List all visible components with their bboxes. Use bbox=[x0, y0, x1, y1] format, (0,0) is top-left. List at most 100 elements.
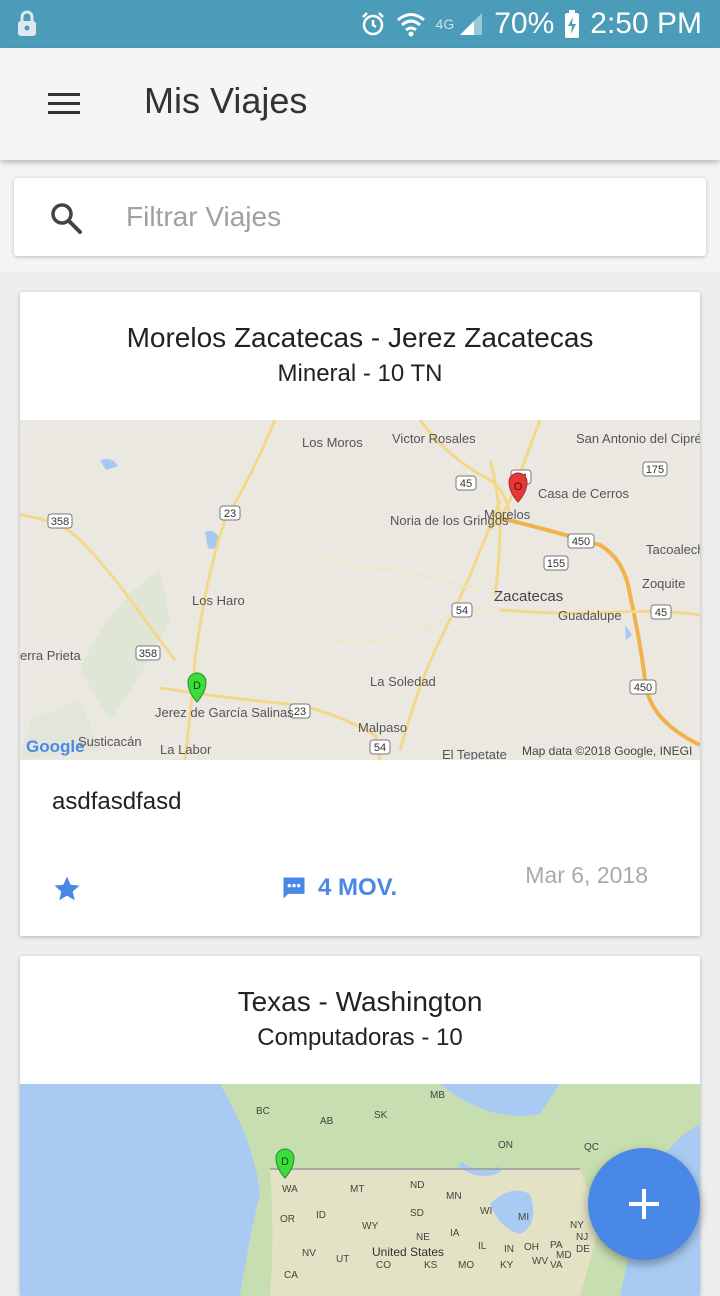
map-label: SK bbox=[374, 1110, 388, 1121]
map-shield: 358 bbox=[139, 648, 157, 660]
map-label: UT bbox=[336, 1254, 349, 1265]
map-shield: 54 bbox=[374, 742, 386, 754]
trip-route: Morelos Zacatecas - Jerez Zacatecas bbox=[126, 322, 594, 353]
trip-card[interactable]: Morelos Zacatecas - Jerez Zacatecas Mine… bbox=[20, 292, 700, 936]
map-label: NY bbox=[570, 1220, 584, 1231]
map-label: MT bbox=[350, 1184, 364, 1195]
trip-cargo: Mineral - 10 TN bbox=[277, 360, 443, 387]
map-shield: 45 bbox=[460, 478, 472, 490]
map-label: Susticacán bbox=[78, 734, 142, 749]
map-label: NE bbox=[416, 1232, 430, 1243]
map-label: United States bbox=[372, 1245, 444, 1259]
map-label: CO bbox=[376, 1260, 391, 1271]
map-label: Casa de Cerros bbox=[538, 486, 630, 501]
search-input[interactable] bbox=[124, 194, 668, 240]
svg-text:D: D bbox=[281, 1156, 289, 1168]
map-shield: 450 bbox=[572, 536, 590, 548]
map-shield: 175 bbox=[646, 464, 664, 476]
map-label: ID bbox=[316, 1210, 326, 1221]
trip-route: Texas - Washington bbox=[237, 986, 483, 1017]
status-bar: 4G 70% 2:50 PM bbox=[0, 0, 720, 48]
map-label: Los Moros bbox=[302, 435, 363, 450]
map-shield: 23 bbox=[224, 508, 236, 520]
map-shield: 358 bbox=[51, 516, 69, 528]
map-label: Malpaso bbox=[358, 720, 407, 735]
map-label: Zacatecas bbox=[494, 588, 563, 605]
search-box[interactable] bbox=[14, 178, 706, 256]
map-label: WY bbox=[362, 1221, 378, 1232]
map-label: BC bbox=[256, 1106, 270, 1117]
map-label: Noria de los Gringos bbox=[390, 513, 509, 528]
movements-button[interactable]: 4 MOV. bbox=[280, 874, 397, 902]
map-shield: 23 bbox=[294, 706, 306, 718]
svg-text:O: O bbox=[514, 481, 523, 493]
trip-date: Mar 6, 2018 bbox=[525, 862, 648, 888]
map-label: IN bbox=[504, 1244, 514, 1255]
map-label: Tacoalech bbox=[646, 542, 700, 557]
map-label: MB bbox=[430, 1090, 445, 1101]
search-area bbox=[0, 160, 720, 272]
trip-card[interactable]: Texas - Washington Computadoras - 10 BC … bbox=[20, 956, 700, 1296]
map-label: IL bbox=[478, 1241, 487, 1252]
plus-icon bbox=[629, 1189, 659, 1219]
svg-text:D: D bbox=[193, 680, 201, 692]
map-label: ON bbox=[498, 1140, 513, 1151]
signal-icon bbox=[460, 13, 483, 35]
map-label: La Soledad bbox=[370, 674, 436, 689]
map-label: NJ bbox=[576, 1232, 588, 1243]
map-label: MI bbox=[518, 1212, 529, 1223]
map-label: OH bbox=[524, 1242, 539, 1253]
map-label: IA bbox=[450, 1228, 460, 1239]
map-shield: 450 bbox=[634, 682, 652, 694]
map-label: Los Haro bbox=[192, 593, 245, 608]
map-label: MO bbox=[458, 1260, 474, 1271]
star-icon[interactable] bbox=[52, 874, 82, 904]
map-label: erra Prieta bbox=[20, 648, 81, 663]
map-label: Victor Rosales bbox=[392, 431, 476, 446]
map-shield: 54 bbox=[456, 605, 468, 617]
map-label: SD bbox=[410, 1208, 424, 1219]
network-type: 4G bbox=[435, 16, 455, 32]
map-shield: 45 bbox=[655, 607, 667, 619]
google-logo: Google bbox=[26, 737, 85, 756]
trip-note: asdfasdfasd bbox=[52, 788, 182, 815]
map-label: WI bbox=[480, 1206, 492, 1217]
map-label: San Antonio del Ciprés bbox=[576, 431, 700, 446]
trip-cargo: Computadoras - 10 bbox=[257, 1024, 463, 1051]
map-label: NV bbox=[302, 1248, 316, 1259]
alarm-icon bbox=[361, 12, 384, 36]
trip-map[interactable]: 358 23 45 54 175 450 155 54 45 358 23 45… bbox=[20, 420, 700, 760]
add-trip-button[interactable] bbox=[588, 1148, 700, 1260]
map-label: AB bbox=[320, 1116, 334, 1127]
map-label: VA bbox=[550, 1260, 563, 1271]
map-label: OR bbox=[280, 1214, 295, 1225]
menu-icon[interactable] bbox=[40, 80, 88, 128]
map-label: DE bbox=[576, 1244, 590, 1255]
comment-icon bbox=[283, 877, 305, 899]
app-bar: Mis Viajes bbox=[0, 48, 720, 160]
map-label: MD bbox=[556, 1250, 572, 1261]
map-attribution: Map data ©2018 Google, INEGI bbox=[522, 744, 692, 758]
lock-icon bbox=[18, 10, 36, 36]
battery-charging-icon bbox=[565, 10, 580, 38]
page-title: Mis Viajes bbox=[144, 80, 308, 121]
map-label: Guadalupe bbox=[558, 608, 622, 623]
wifi-icon bbox=[396, 13, 425, 37]
map-label: WA bbox=[282, 1184, 298, 1195]
map-label: CA bbox=[284, 1270, 298, 1281]
clock: 2:50 PM bbox=[590, 7, 702, 40]
map-label: KY bbox=[500, 1260, 514, 1271]
map-shield: 155 bbox=[547, 558, 565, 570]
map-label: La Labor bbox=[160, 742, 212, 757]
map-label: Zoquite bbox=[642, 576, 685, 591]
map-label: ND bbox=[410, 1180, 424, 1191]
map-label: QC bbox=[584, 1142, 599, 1153]
movements-label: 4 MOV. bbox=[318, 874, 398, 901]
map-label: El Tepetate bbox=[442, 747, 507, 760]
map-label: MN bbox=[446, 1191, 462, 1202]
battery-percent: 70% bbox=[494, 7, 555, 40]
search-icon bbox=[51, 203, 82, 234]
map-label: Jerez de García Salinas bbox=[155, 705, 294, 720]
map-label: KS bbox=[424, 1260, 438, 1271]
map-label: WV bbox=[532, 1256, 548, 1267]
